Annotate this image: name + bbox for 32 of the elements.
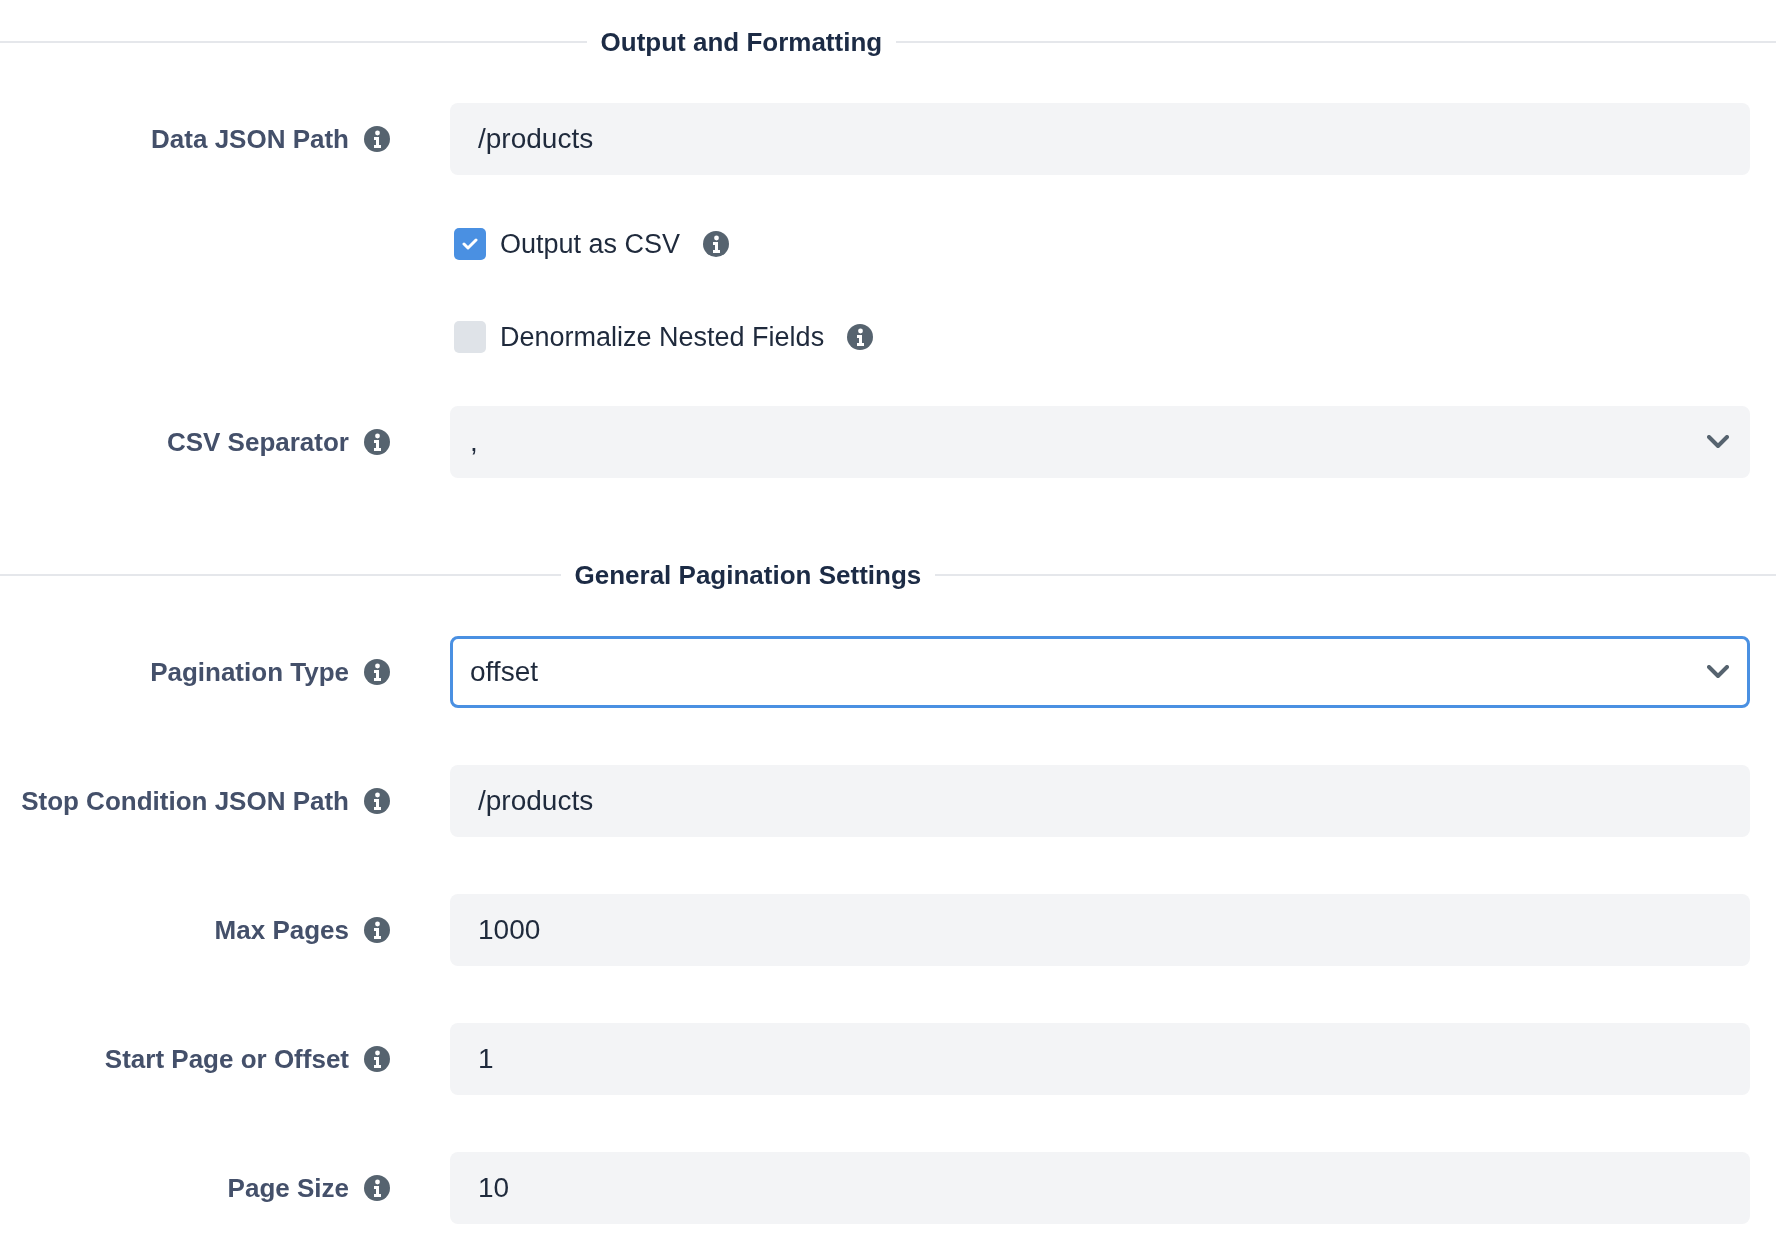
field-label: Start Page or Offset [104,1042,349,1076]
checkbox[interactable] [454,321,486,353]
checkbox[interactable] [454,228,486,260]
field-label: Page Size [227,1171,349,1205]
info-icon[interactable] [846,323,875,351]
info-icon[interactable] [363,787,391,815]
chevron-down-icon [1707,665,1729,679]
field-label: CSV Separator [166,425,349,459]
info-icon[interactable] [363,1045,391,1073]
chevron-down-icon [1707,435,1729,449]
field-label: Max Pages [214,913,349,947]
field-label: Data JSON Path [151,122,349,156]
section-heading: General Pagination Settings [573,558,923,592]
checkbox-label[interactable]: Denormalize Nested Fields [500,316,833,358]
field-label: Stop Condition JSON Path [21,784,349,818]
select-dropdown[interactable]: offset [450,636,1750,708]
checkmark-icon [462,238,478,250]
info-icon[interactable] [363,916,391,944]
section-heading: Output and Formatting [599,25,884,59]
input-field[interactable]: /products [450,765,1750,837]
field-label: Pagination Type [150,655,349,689]
input-field[interactable]: 1000 [450,894,1750,966]
input-field[interactable]: /products [450,103,1750,175]
input-field[interactable]: 1 [450,1023,1750,1095]
info-icon[interactable] [363,125,391,153]
info-icon[interactable] [702,230,731,258]
select-dropdown[interactable]: , [450,406,1750,478]
info-icon[interactable] [363,1174,391,1202]
info-icon[interactable] [363,658,391,686]
input-field[interactable]: 10 [450,1152,1750,1224]
info-icon[interactable] [363,428,391,456]
checkbox-label[interactable]: Output as CSV [500,223,689,265]
